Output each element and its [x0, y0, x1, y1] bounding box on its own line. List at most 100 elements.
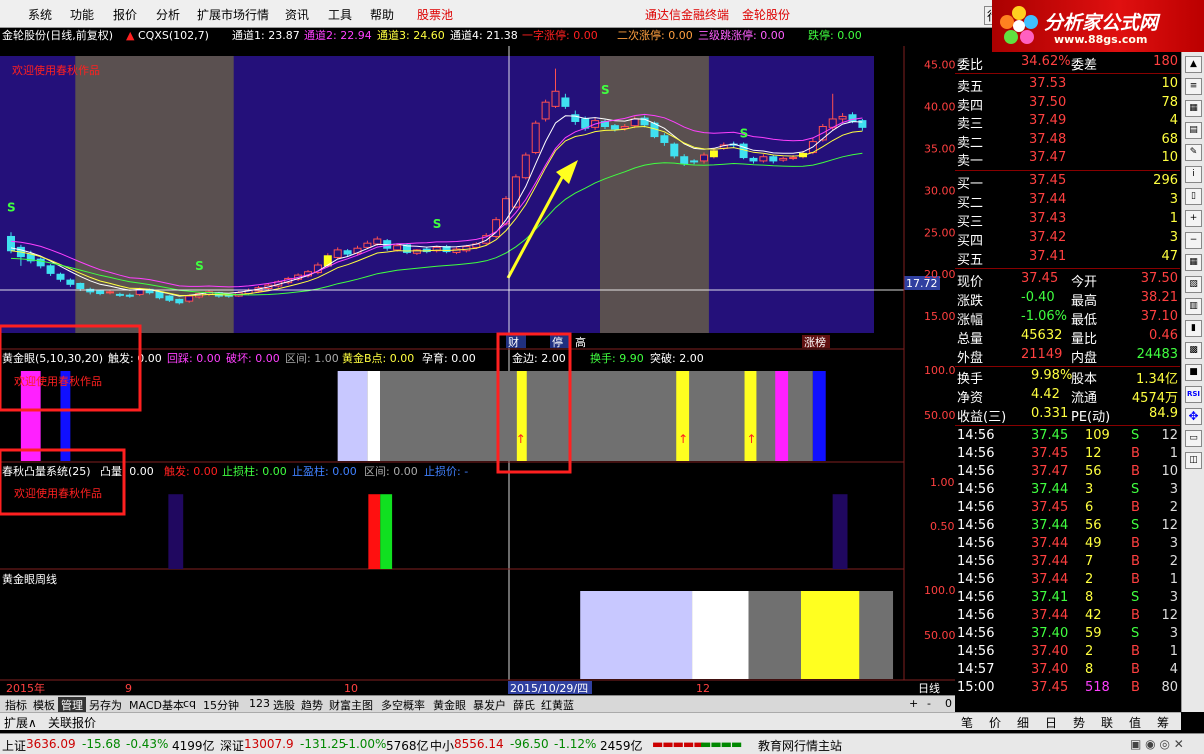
- rsi-icon[interactable]: RSI: [1185, 386, 1202, 403]
- stat-row-0: 现价 37.45 今开 37.50: [955, 271, 1180, 290]
- reset-button[interactable]: 0: [942, 697, 955, 712]
- indicator-tab-4[interactable]: MACD基本: [126, 697, 187, 712]
- pencil-icon[interactable]: ✎: [1185, 144, 1202, 161]
- grid-icon[interactable]: ▦: [1185, 254, 1202, 271]
- marker-cai: 财: [508, 335, 519, 349]
- side-tab-2[interactable]: 细: [1017, 714, 1029, 731]
- panel3-takeprofit: 止盈柱: 0.00: [292, 464, 357, 478]
- tick-row-1: 14:56 37.45 12 B 1: [955, 446, 1180, 464]
- indicator-tab-14[interactable]: 薛氏: [510, 697, 538, 712]
- indicator-tab-7[interactable]: 123: [246, 697, 273, 712]
- menu-function[interactable]: 功能: [70, 6, 94, 23]
- tick-direction: B: [1131, 500, 1140, 515]
- side-tab-5[interactable]: 联: [1101, 714, 1113, 731]
- chart-area[interactable]: SSSSS 17.72 金轮股份(日线,前复权) ▲ CQXS(102,7) 通…: [0, 28, 956, 695]
- stat-value: -0.40: [1021, 290, 1055, 305]
- table-icon[interactable]: ▤: [1185, 122, 1202, 139]
- side-tab-4[interactable]: 势: [1073, 714, 1085, 731]
- zoom-out-button[interactable]: -: [924, 697, 934, 712]
- panel4-ytick-100: 100.0: [924, 584, 955, 597]
- period-label[interactable]: 日线: [918, 681, 940, 695]
- zoom-out-icon[interactable]: −: [1185, 232, 1202, 249]
- tick-row-7: 14:56 37.44 7 B 2: [955, 554, 1180, 572]
- menu-system[interactable]: 系统: [28, 6, 52, 23]
- right-toolbar: ▲ ≡ ▦ ▤ ✎ i ▯ + − ▦ ▧ ▥ ▮ ▩ ■ RSI ✥ ▭ ◫: [1181, 52, 1204, 712]
- indicator-tab-6[interactable]: 15分钟: [200, 697, 242, 712]
- zoom-in-icon[interactable]: +: [1185, 210, 1202, 227]
- indicator-tab-0[interactable]: 指标: [2, 697, 30, 712]
- tick-count: 3: [1169, 590, 1178, 605]
- tick-price: 37.44: [1031, 554, 1069, 569]
- stat-row-4: 外盘 21149 内盘 24483: [955, 347, 1180, 366]
- buy-label: 买二: [957, 196, 984, 211]
- page-icon[interactable]: ▯: [1185, 188, 1202, 205]
- sh-amount: 4199亿: [172, 739, 215, 753]
- side-tab-1[interactable]: 价: [989, 714, 1001, 731]
- chart-icon[interactable]: ▲: [1185, 56, 1202, 73]
- indicator-tab-12[interactable]: 黄金眼: [430, 697, 469, 712]
- panel3-stoploss: 止损柱: 0.00: [222, 464, 287, 478]
- sell-row-4: 卖四 37.50 78: [955, 94, 1180, 114]
- tile-icon[interactable]: ▩: [1185, 342, 1202, 359]
- tick-time: 14:56: [957, 500, 995, 515]
- side-tab-0[interactable]: 笔: [961, 714, 973, 731]
- tick-row-8: 14:56 37.44 2 B 1: [955, 572, 1180, 590]
- sep-sell: [955, 170, 1180, 171]
- related-quote-tab[interactable]: 关联报价: [48, 714, 96, 731]
- menu-info[interactable]: 资讯: [285, 6, 309, 23]
- tick-time: 14:56: [957, 446, 995, 461]
- menu-stock-pool[interactable]: 股票池: [417, 6, 453, 23]
- indicator-tab-9[interactable]: 趋势: [298, 697, 326, 712]
- tick-count: 2: [1169, 554, 1178, 569]
- layers-icon[interactable]: ▧: [1185, 276, 1202, 293]
- menu-analysis[interactable]: 分析: [156, 6, 180, 23]
- expand-tab[interactable]: 扩展∧: [4, 714, 37, 731]
- zoom-in-button[interactable]: +: [906, 697, 921, 712]
- sh-pct: -0.43%: [126, 737, 169, 751]
- panel2-golden-b: 黄金B点: 0.00: [342, 351, 414, 365]
- tick-volume: 12: [1085, 446, 1102, 461]
- menu-help[interactable]: 帮助: [370, 6, 394, 23]
- ruler-icon[interactable]: ▥: [1185, 298, 1202, 315]
- limit-up-second-label: 二次涨停: 0.00: [617, 28, 693, 42]
- side-tab-3[interactable]: 日: [1045, 714, 1057, 731]
- move-icon[interactable]: ✥: [1185, 408, 1202, 425]
- sell-volume: 78: [1161, 94, 1178, 110]
- stat-label: 总量: [957, 332, 984, 347]
- p2bars-bar-5: [516, 371, 527, 461]
- indicator-tab-2[interactable]: 管理: [58, 697, 86, 712]
- split-icon[interactable]: ◫: [1185, 452, 1202, 469]
- side-tab-7[interactable]: 筹: [1157, 714, 1169, 731]
- kline-chart[interactable]: SSSSS 17.72 金轮股份(日线,前复权) ▲ CQXS(102,7) 通…: [0, 28, 956, 695]
- signal-s-0: S: [7, 200, 16, 214]
- side-tab-6[interactable]: 值: [1129, 714, 1141, 731]
- indicator-tab-13[interactable]: 暴发户: [470, 697, 509, 712]
- indicator-tab-10[interactable]: 财富主图: [326, 697, 376, 712]
- indicator-tab-3[interactable]: 另存为: [86, 697, 125, 712]
- logo-title: 分析家公式网: [1044, 12, 1159, 34]
- indicator-tab-8[interactable]: 选股: [270, 697, 298, 712]
- buy-arrow-icon-1: ↑: [678, 432, 688, 446]
- sell-row-2: 卖二 37.48 68: [955, 132, 1180, 151]
- menu-quote[interactable]: 报价: [113, 6, 137, 23]
- xaxis-cursor-date: 2015/10/29/四: [510, 682, 588, 694]
- tick-price: 37.45: [1031, 680, 1069, 695]
- tick-price: 37.44: [1031, 536, 1069, 551]
- p4bars-bar-2: [748, 591, 801, 679]
- indicator-tab-11[interactable]: 多空概率: [378, 697, 428, 712]
- p3bars-bar-2: [380, 494, 393, 569]
- calendar-icon[interactable]: ▦: [1185, 100, 1202, 117]
- bars-icon[interactable]: ▮: [1185, 320, 1202, 337]
- menu-tools[interactable]: 工具: [328, 6, 352, 23]
- tray-icons[interactable]: ▣ ◉ ◎ ✕: [1130, 737, 1184, 751]
- indicator-tab-15[interactable]: 红黄蓝: [538, 697, 577, 712]
- indicator-tab-1[interactable]: 模板: [30, 697, 58, 712]
- list-icon[interactable]: ≡: [1185, 78, 1202, 95]
- info-icon[interactable]: i: [1185, 166, 1202, 183]
- sep-weibi: [955, 73, 1180, 74]
- panel4-ytick-50: 50.00: [924, 629, 955, 642]
- menu-ext-market[interactable]: 扩展市场行情: [197, 6, 269, 23]
- indicator-tab-5[interactable]: cq: [180, 697, 199, 712]
- square-icon[interactable]: ■: [1185, 364, 1202, 381]
- window-icon[interactable]: ▭: [1185, 430, 1202, 447]
